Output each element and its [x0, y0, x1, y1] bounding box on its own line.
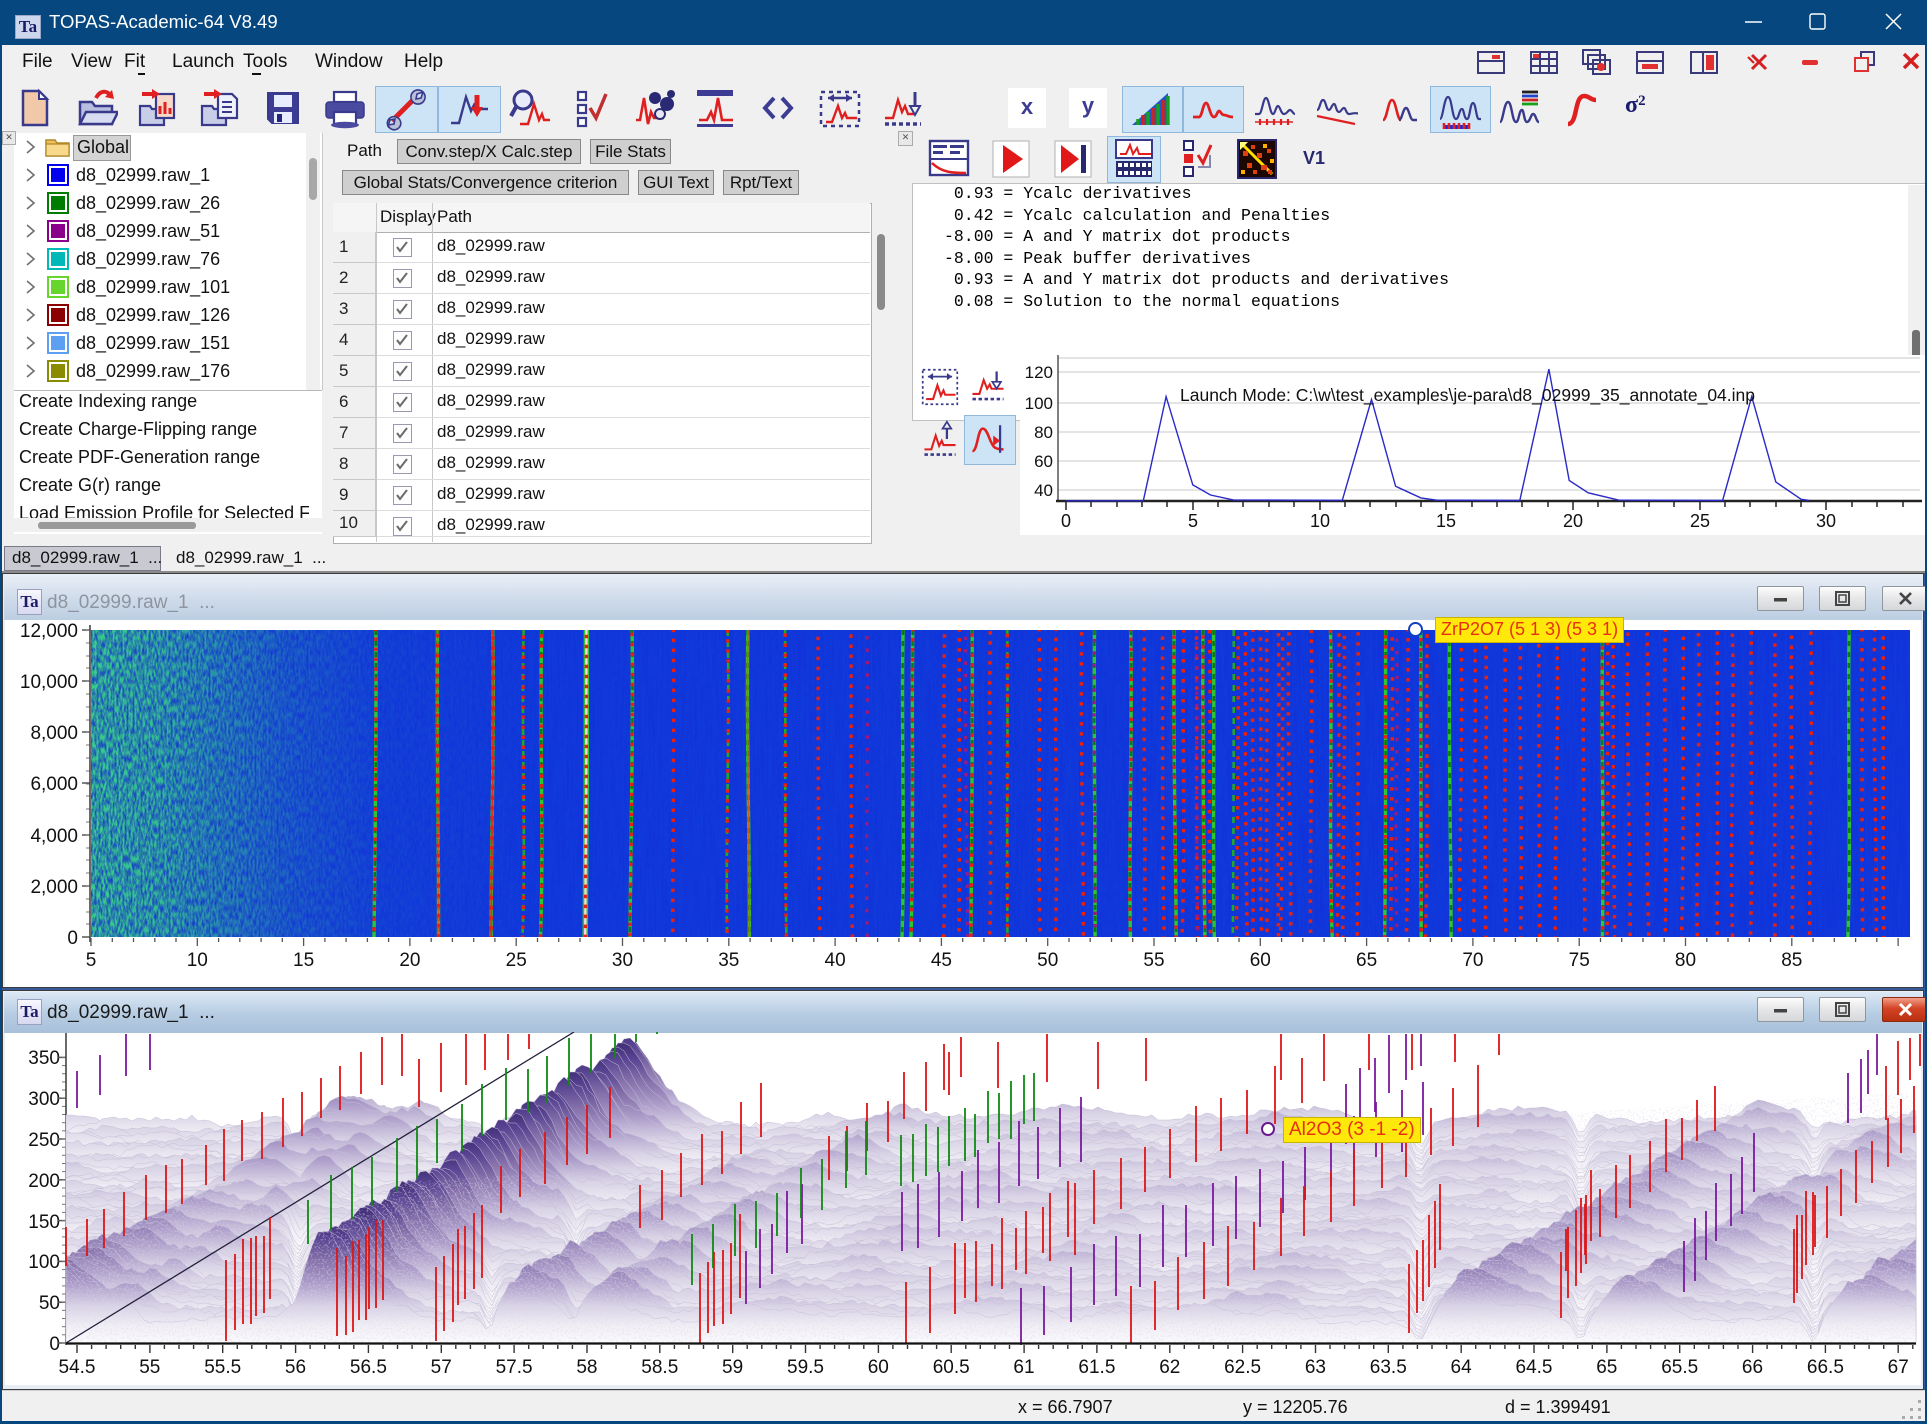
svg-text:100: 100: [1025, 394, 1053, 413]
svg-text:5: 5: [1188, 511, 1198, 531]
svg-text:35: 35: [718, 950, 739, 971]
svg-text:350: 350: [28, 1048, 60, 1069]
svg-text:100: 100: [28, 1252, 60, 1273]
svg-text:85: 85: [1781, 950, 1802, 971]
svg-text:200: 200: [28, 1171, 60, 1192]
svg-text:4,000: 4,000: [30, 826, 78, 847]
svg-text:58: 58: [576, 1357, 597, 1378]
svg-text:59: 59: [722, 1357, 743, 1378]
svg-text:59.5: 59.5: [787, 1357, 824, 1378]
svg-text:30: 30: [1816, 511, 1836, 531]
svg-text:58.5: 58.5: [641, 1357, 678, 1378]
svg-text:60: 60: [868, 1357, 889, 1378]
svg-text:40: 40: [825, 950, 846, 971]
svg-text:65: 65: [1596, 1357, 1617, 1378]
svg-text:Launch Mode: C:\w\test_example: Launch Mode: C:\w\test_examples\je-para\…: [1180, 385, 1755, 406]
svg-text:54.5: 54.5: [59, 1357, 96, 1378]
svg-text:61: 61: [1013, 1357, 1034, 1378]
svg-text:30: 30: [612, 950, 633, 971]
svg-text:80: 80: [1034, 423, 1053, 442]
svg-text:56.5: 56.5: [350, 1357, 387, 1378]
svg-text:0: 0: [49, 1334, 60, 1355]
svg-text:65: 65: [1356, 950, 1377, 971]
svg-text:10,000: 10,000: [20, 672, 78, 693]
svg-text:25: 25: [506, 950, 527, 971]
svg-text:62: 62: [1159, 1357, 1180, 1378]
svg-text:55: 55: [1143, 950, 1164, 971]
svg-text:300: 300: [28, 1089, 60, 1110]
svg-text:0: 0: [1061, 511, 1071, 531]
svg-text:64.5: 64.5: [1516, 1357, 1553, 1378]
svg-text:60: 60: [1034, 452, 1053, 471]
svg-text:66: 66: [1742, 1357, 1763, 1378]
svg-text:25: 25: [1690, 511, 1710, 531]
svg-text:70: 70: [1462, 950, 1483, 971]
svg-text:50: 50: [39, 1293, 60, 1314]
svg-text:66.5: 66.5: [1807, 1357, 1844, 1378]
svg-text:5: 5: [86, 950, 97, 971]
svg-text:2,000: 2,000: [30, 877, 78, 898]
svg-text:60.5: 60.5: [933, 1357, 970, 1378]
svg-text:75: 75: [1569, 950, 1590, 971]
svg-text:10: 10: [1310, 511, 1330, 531]
svg-text:55: 55: [139, 1357, 160, 1378]
svg-text:250: 250: [28, 1130, 60, 1151]
svg-text:150: 150: [28, 1212, 60, 1233]
svg-text:15: 15: [1436, 511, 1456, 531]
svg-text:20: 20: [399, 950, 420, 971]
svg-text:63: 63: [1305, 1357, 1326, 1378]
svg-text:50: 50: [1037, 950, 1058, 971]
svg-text:55.5: 55.5: [204, 1357, 241, 1378]
svg-text:60: 60: [1250, 950, 1271, 971]
svg-text:57.5: 57.5: [496, 1357, 533, 1378]
svg-text:64: 64: [1451, 1357, 1473, 1378]
svg-text:65.5: 65.5: [1661, 1357, 1698, 1378]
svg-text:12,000: 12,000: [20, 621, 78, 642]
svg-text:120: 120: [1025, 363, 1053, 382]
svg-text:20: 20: [1563, 511, 1583, 531]
svg-text:61.5: 61.5: [1078, 1357, 1115, 1378]
svg-text:0: 0: [67, 928, 78, 949]
svg-text:10: 10: [187, 950, 208, 971]
svg-text:67: 67: [1888, 1357, 1909, 1378]
svg-text:80: 80: [1675, 950, 1696, 971]
svg-text:45: 45: [931, 950, 952, 971]
svg-text:15: 15: [293, 950, 314, 971]
svg-text:8,000: 8,000: [30, 723, 78, 744]
svg-text:57: 57: [431, 1357, 452, 1378]
svg-text:63.5: 63.5: [1370, 1357, 1407, 1378]
svg-text:62.5: 62.5: [1224, 1357, 1261, 1378]
svg-text:6,000: 6,000: [30, 774, 78, 795]
svg-text:40: 40: [1034, 481, 1053, 500]
svg-text:56: 56: [285, 1357, 306, 1378]
